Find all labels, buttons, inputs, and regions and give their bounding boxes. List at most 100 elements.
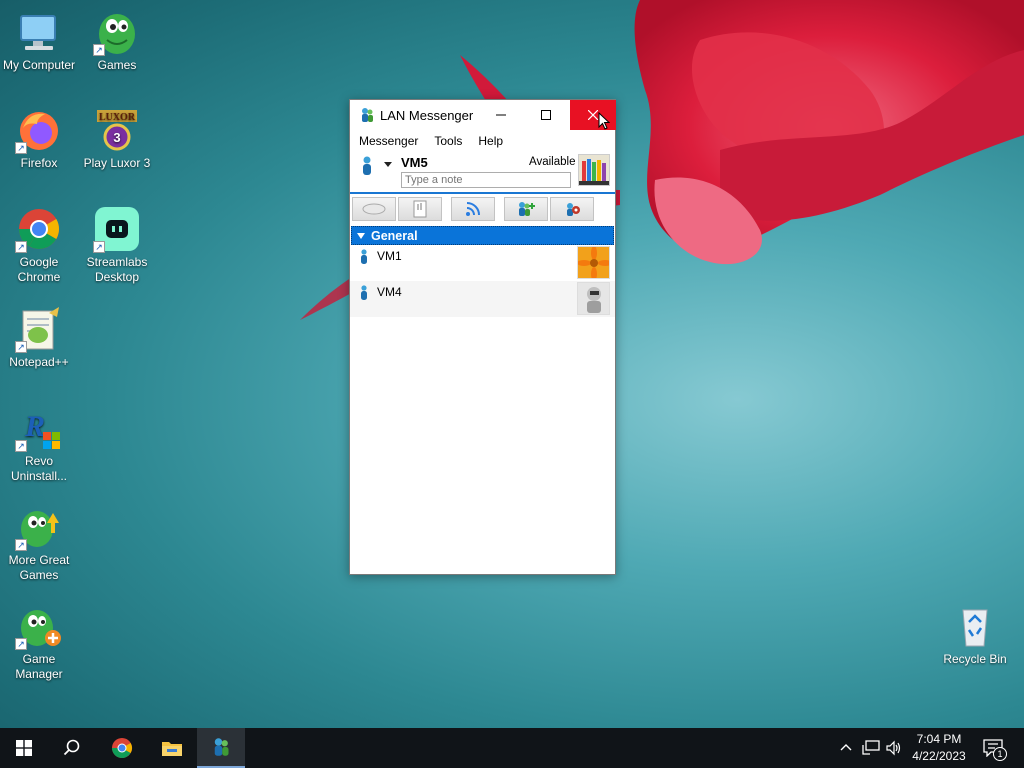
games-icon: ↗ — [93, 8, 141, 56]
desktop-icon-label: Revo Uninstall... — [10, 454, 68, 483]
svg-text:LUXOR: LUXOR — [99, 112, 136, 123]
volume-icon[interactable] — [886, 740, 902, 756]
desktop-icon-firefox[interactable]: ↗ Firefox — [0, 106, 78, 171]
shortcut-arrow-icon: ↗ — [93, 44, 105, 56]
menu-messenger[interactable]: Messenger — [351, 134, 426, 148]
desktop-icon-games[interactable]: ↗ Games — [78, 8, 156, 73]
notepadpp-icon: ↗ — [15, 305, 63, 353]
chrome-icon — [112, 738, 132, 758]
desktop-icon-label: Play Luxor 3 — [83, 156, 151, 170]
title-bar[interactable]: LAN Messenger — [350, 100, 616, 130]
group-header-general[interactable]: General — [351, 226, 614, 245]
desktop-icon-label: Recycle Bin — [943, 652, 1007, 666]
contact-name: VM4 — [377, 285, 402, 299]
menu-tools[interactable]: Tools — [426, 134, 470, 148]
desktop-icon-more-games[interactable]: ↗ More Great Games — [0, 503, 78, 583]
notification-count-badge: 1 — [993, 747, 1007, 761]
desktop-icon-recycle-bin[interactable]: Recycle Bin — [936, 602, 1014, 667]
notification-center-button[interactable]: 1 — [980, 728, 1016, 768]
robot-avatar — [577, 282, 610, 315]
recycle-bin-icon — [951, 602, 999, 650]
maximize-button[interactable] — [523, 100, 569, 130]
add-contact-button[interactable] — [504, 197, 548, 221]
desktop-icon-luxor[interactable]: LUXOR 3 Play Luxor 3 — [78, 106, 156, 171]
desktop-icon-streamlabs[interactable]: ↗ Streamlabs Desktop — [78, 205, 156, 285]
contact-name: VM1 — [377, 249, 402, 263]
start-icon — [16, 740, 32, 756]
user-status: Available — [529, 156, 576, 168]
lan-messenger-icon — [214, 738, 229, 756]
user-panel: VM5 Available — [350, 152, 615, 194]
menu-bar: Messenger Tools Help — [350, 130, 615, 152]
desktop-icon-label: More Great Games — [8, 553, 70, 582]
firefox-icon: ↗ — [15, 106, 63, 154]
lan-messenger-window[interactable]: LAN Messenger Messenger Tools Help VM5 A… — [349, 99, 616, 575]
toolbar — [350, 194, 615, 224]
computer-icon — [15, 8, 63, 56]
chat-icon — [362, 203, 386, 215]
shortcut-arrow-icon: ↗ — [15, 341, 27, 353]
menu-help[interactable]: Help — [470, 134, 511, 148]
desktop-icon-label: My Computer — [2, 58, 76, 72]
clock-date: 4/22/2023 — [912, 749, 966, 763]
shortcut-arrow-icon: ↗ — [93, 241, 105, 253]
desktop-icon-my-computer[interactable]: My Computer — [0, 8, 78, 73]
shortcut-arrow-icon: ↗ — [15, 241, 27, 253]
status-person-icon[interactable] — [360, 156, 374, 176]
shortcut-arrow-icon: ↗ — [15, 440, 27, 452]
chrome-icon: ↗ — [15, 205, 63, 253]
send-file-button[interactable] — [398, 197, 442, 221]
mouse-cursor-icon — [598, 112, 610, 130]
settings-button[interactable] — [550, 197, 594, 221]
file-explorer-icon — [162, 742, 182, 756]
contact-item-vm4[interactable]: VM4 — [350, 281, 615, 317]
desktop-icon-label: Google Chrome — [17, 255, 61, 284]
settings-icon — [567, 203, 580, 216]
desktop-icon-revo[interactable]: R ↗ Revo Uninstall... — [0, 404, 78, 484]
shortcut-arrow-icon: ↗ — [15, 539, 27, 551]
contact-status-icon — [361, 285, 367, 300]
group-name: General — [371, 228, 418, 243]
desktop-icon-label: Streamlabs Desktop — [86, 255, 148, 284]
file-icon — [413, 200, 427, 218]
contact-item-vm1[interactable]: VM1 — [350, 245, 615, 281]
svg-text:3: 3 — [113, 130, 120, 145]
window-title: LAN Messenger — [380, 107, 474, 123]
minimize-button[interactable] — [478, 100, 524, 130]
desktop-icon-notepadpp[interactable]: ↗ Notepad++ — [0, 305, 78, 370]
chat-button[interactable] — [352, 197, 396, 221]
clock-time: 7:04 PM — [916, 732, 962, 746]
broadcast-icon — [466, 202, 480, 216]
maximize-icon — [541, 110, 551, 120]
add-contact-icon — [519, 202, 535, 216]
contact-status-icon — [361, 249, 367, 264]
svg-text:R: R — [24, 410, 45, 443]
desktop-icon-game-manager[interactable]: ↗ Game Manager — [0, 602, 78, 682]
broadcast-button[interactable] — [451, 197, 495, 221]
taskbar-chrome[interactable] — [98, 728, 146, 768]
streamlabs-icon: ↗ — [93, 205, 141, 253]
note-input[interactable] — [401, 172, 571, 188]
shortcut-arrow-icon: ↗ — [15, 142, 27, 154]
taskbar: 7:04 PM 4/22/2023 1 — [0, 728, 1024, 768]
minimize-icon — [496, 114, 506, 116]
more-games-icon: ↗ — [15, 503, 63, 551]
taskbar-file-explorer[interactable] — [148, 728, 196, 768]
desktop-icon-chrome[interactable]: ↗ Google Chrome — [0, 205, 78, 285]
luxor-icon: LUXOR 3 — [93, 106, 141, 154]
search-icon — [63, 739, 80, 756]
desktop-icon-label: Firefox — [20, 156, 58, 170]
start-button[interactable] — [0, 728, 48, 768]
revo-icon: R ↗ — [15, 404, 63, 452]
user-name: VM5 — [401, 155, 428, 170]
user-avatar[interactable] — [578, 154, 610, 186]
taskbar-lan-messenger[interactable] — [197, 728, 245, 768]
taskbar-clock[interactable]: 7:04 PM 4/22/2023 — [905, 731, 973, 765]
collapse-arrow-icon — [357, 232, 365, 239]
status-dropdown-arrow-icon[interactable] — [384, 162, 392, 167]
flower-avatar — [577, 246, 610, 279]
network-icon[interactable] — [862, 740, 880, 756]
desktop-icon-label: Game Manager — [15, 652, 63, 681]
show-hidden-icons-chevron-icon[interactable] — [840, 742, 852, 752]
search-button[interactable] — [48, 728, 96, 768]
